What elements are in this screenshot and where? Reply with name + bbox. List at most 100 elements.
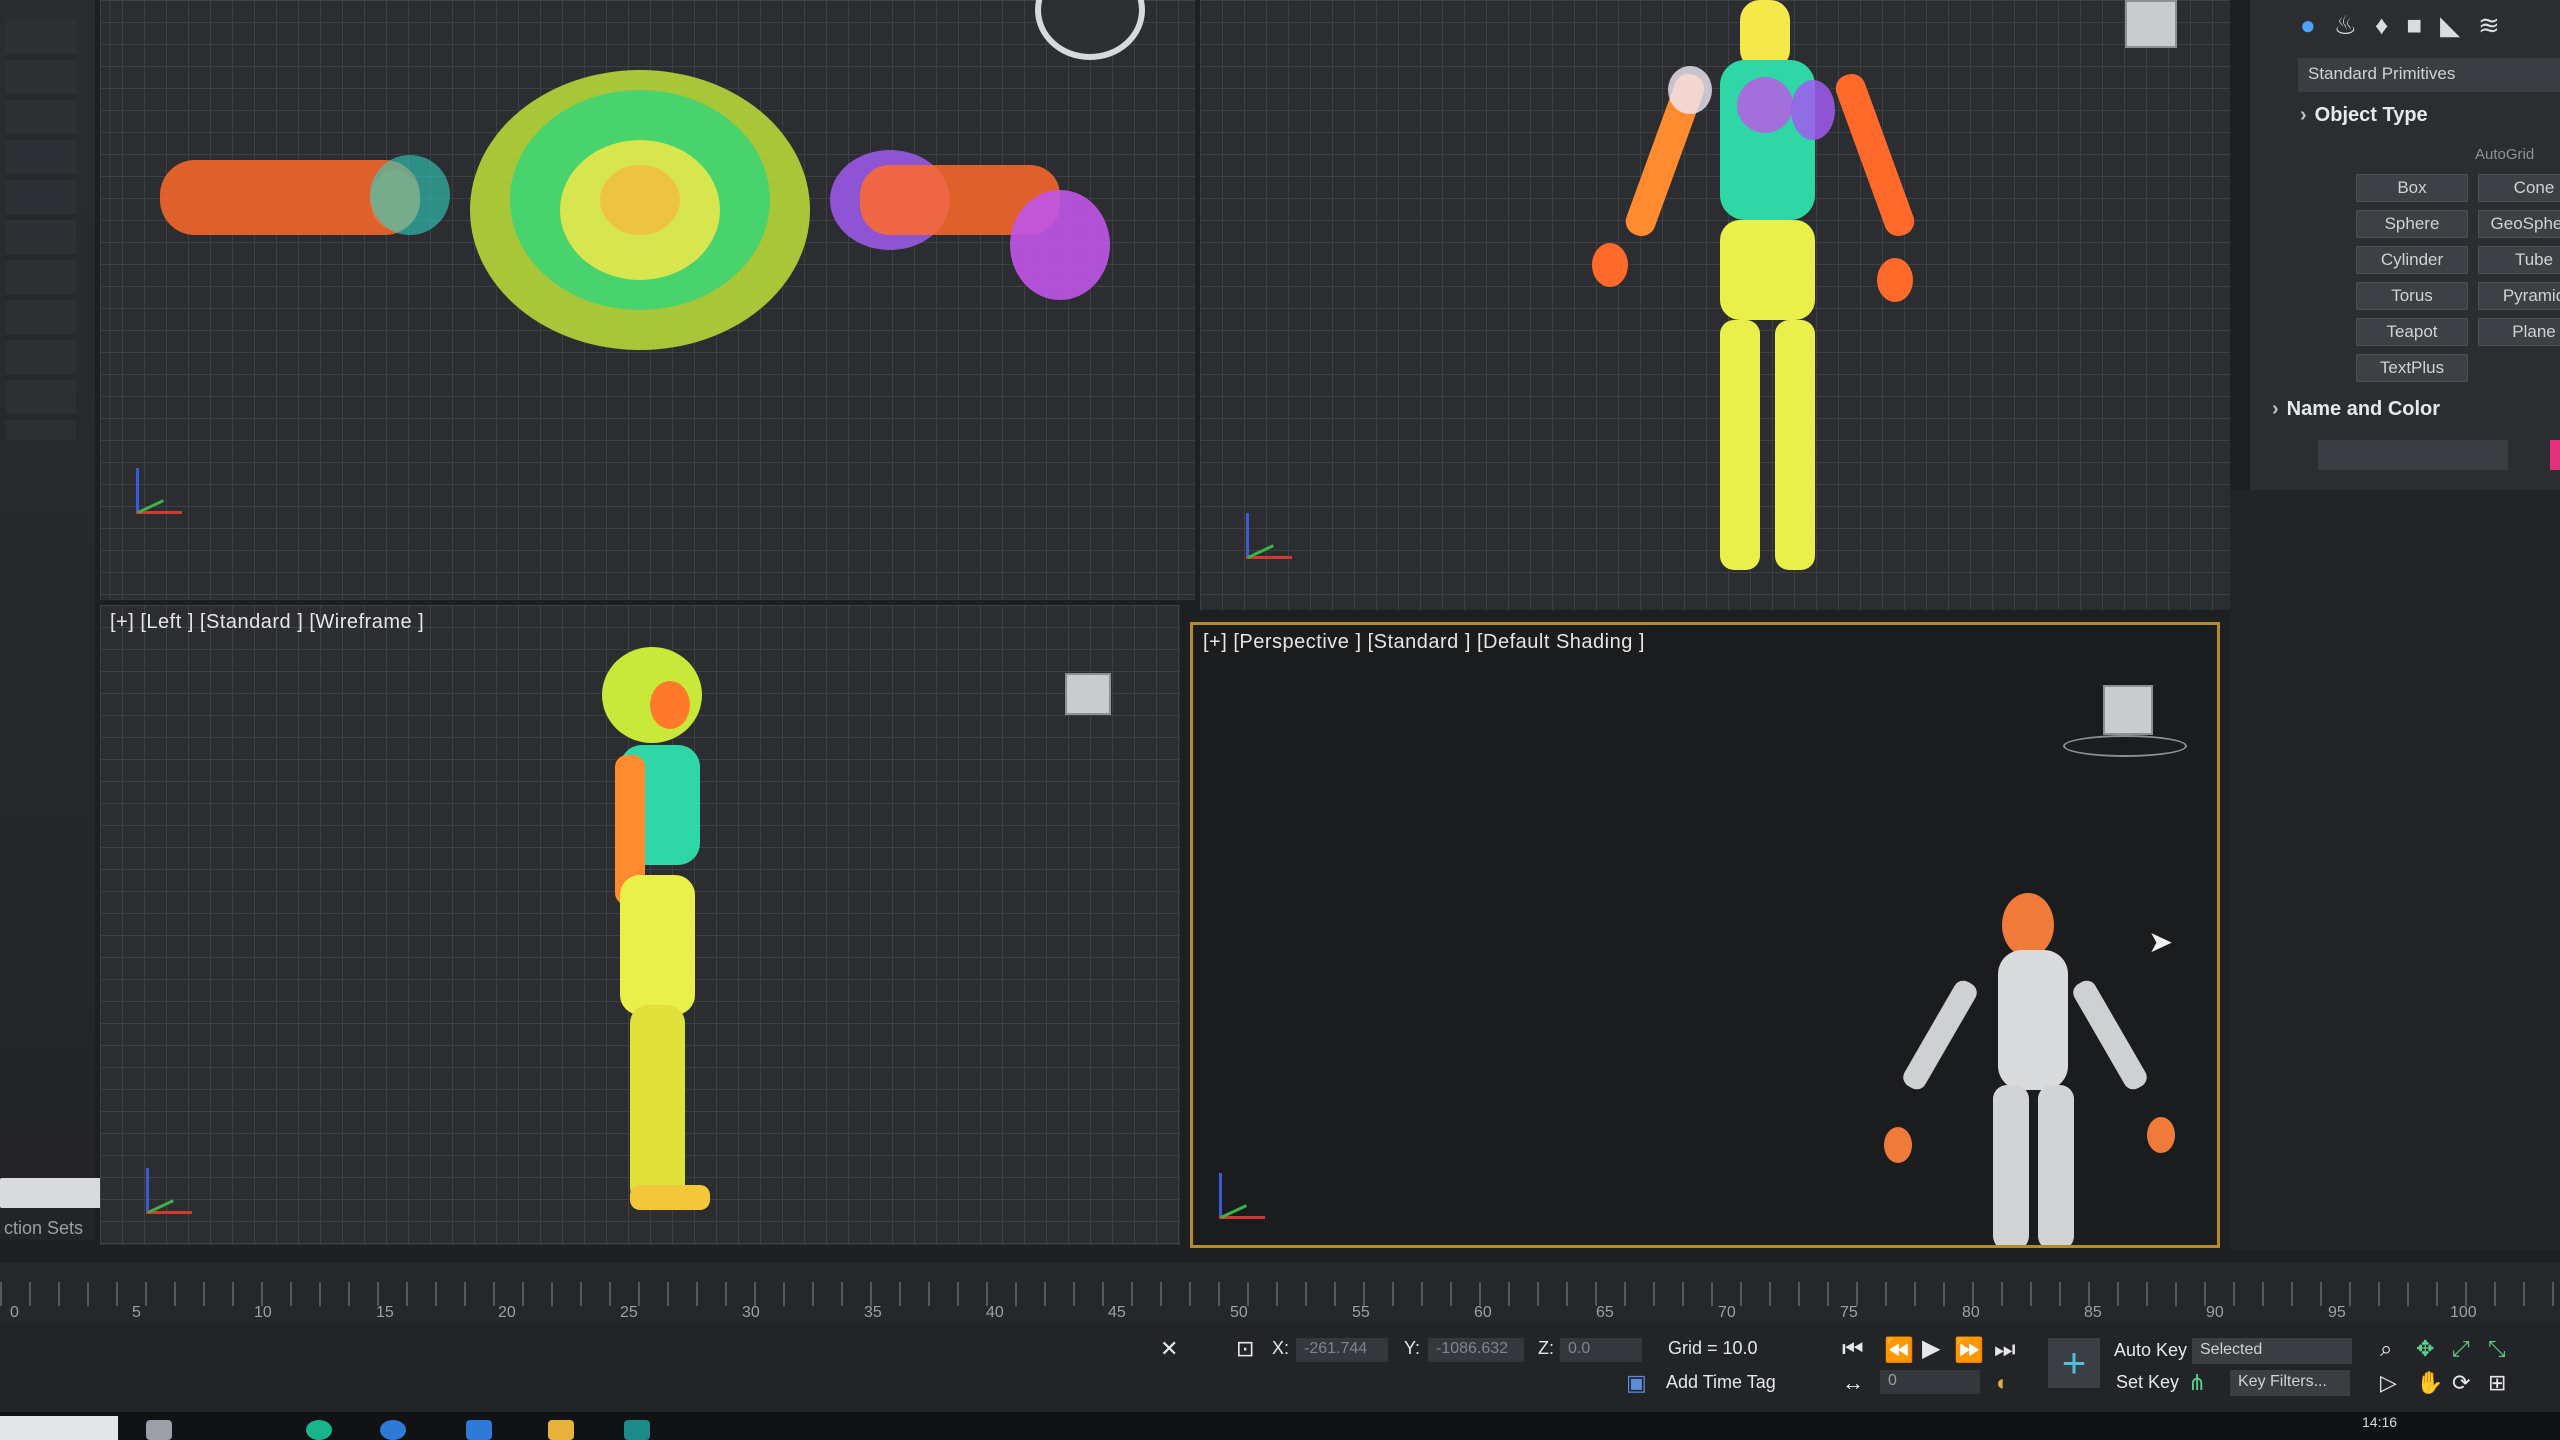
timeline-tick-label: 45	[1108, 1304, 1126, 1321]
textplus-button[interactable]: TextPlus	[2356, 354, 2468, 382]
timeline-tick-label: 55	[1352, 1304, 1370, 1321]
set-keys-icon[interactable]: +	[2048, 1338, 2100, 1388]
timeline-ruler[interactable]	[0, 1282, 2560, 1306]
front-viewport[interactable]	[1200, 0, 2230, 610]
object-type-title: Object Type	[2314, 104, 2428, 126]
cone-button[interactable]: Cone	[2478, 174, 2560, 202]
key-mode-toggle-icon[interactable]: ↔	[1842, 1370, 1864, 1396]
auto-key-button[interactable]: Auto Key	[2114, 1340, 2187, 1361]
shapes-icon[interactable]: ♨	[2334, 10, 2357, 41]
geometry-icon[interactable]: ●	[2300, 10, 2316, 41]
default-in-out-tangents-icon[interactable]: ⋔	[2188, 1370, 2206, 1396]
timeline-tick-label: 30	[742, 1304, 760, 1321]
previous-frame-icon[interactable]: ⏪	[1884, 1336, 1914, 1365]
timeline-tick-label: 75	[1840, 1304, 1858, 1321]
zoom-all-icon[interactable]: ✥	[2416, 1336, 2434, 1362]
teapot-button[interactable]: Teapot	[2356, 318, 2468, 346]
object-type-rollout[interactable]: › Object Type	[2300, 104, 2428, 127]
mouse-cursor-icon: ➤	[2148, 926, 2174, 959]
timeline-tick-label: 20	[498, 1304, 516, 1321]
selection-sets-label: ction Sets	[4, 1218, 84, 1238]
current-frame-field[interactable]: 0	[1880, 1370, 1980, 1394]
task-view-icon[interactable]	[146, 1420, 172, 1440]
left-viewport[interactable]: [+] [Left ] [Standard ] [Wireframe ]	[100, 605, 1180, 1245]
timeline-tick-label: 10	[254, 1304, 272, 1321]
key-filters-button[interactable]: Key Filters...	[2230, 1370, 2350, 1396]
perspective-viewport[interactable]: [+] [Perspective ] [Standard ] [Default …	[1190, 622, 2220, 1248]
time-slider-track[interactable]: 0 5 10 15 20 25 30 35 40 45 50 55 60 65 70 75 80 85 90 95 10…	[0, 1262, 2560, 1322]
store-icon[interactable]	[466, 1420, 492, 1440]
zoom-extents-icon[interactable]: ⤢	[2452, 1336, 2470, 1362]
edge-browser-icon[interactable]	[306, 1420, 332, 1440]
tube-button[interactable]: Tube	[2478, 246, 2560, 274]
timeline-tick-label: 35	[864, 1304, 882, 1321]
y-coordinate-field[interactable]: -1086.632	[1428, 1338, 1524, 1362]
selection-lock-icon[interactable]: ✕	[1160, 1336, 1178, 1362]
3dsmax-taskbar-icon[interactable]	[624, 1420, 650, 1440]
create-panel-toolbar: ● ♨ ♦ ■ ◣ ≋	[2250, 4, 2560, 46]
chrome-browser-icon[interactable]	[380, 1420, 406, 1440]
chevron-down-icon: ›	[2300, 104, 2307, 126]
play-icon[interactable]: ▶	[1922, 1334, 1940, 1363]
name-and-color-title: Name and Color	[2286, 398, 2441, 420]
character-wireframe-left	[602, 647, 710, 1210]
timeline-tick-label: 95	[2328, 1304, 2346, 1321]
timeline-tick-label: 15	[376, 1304, 394, 1321]
pyramid-button[interactable]: Pyramid	[2478, 282, 2560, 310]
maximize-viewport-icon[interactable]: ⊞	[2488, 1370, 2506, 1396]
torus-button[interactable]: Torus	[2356, 282, 2468, 310]
category-dropdown[interactable]: Standard Primitives	[2298, 58, 2560, 92]
key-mode-select[interactable]: Selected	[2192, 1338, 2352, 1364]
taskbar-search-box[interactable]	[0, 1416, 118, 1440]
next-frame-icon[interactable]: ⏩	[1954, 1336, 1984, 1365]
x-coordinate-field[interactable]: -261.744	[1296, 1338, 1388, 1362]
os-taskbar: 14:16	[0, 1412, 2560, 1440]
absolute-mode-icon[interactable]: ⊡	[1236, 1336, 1254, 1362]
viewcube-icon[interactable]	[1065, 673, 1111, 715]
character-wireframe-top	[109, 0, 1195, 600]
sphere-button[interactable]: Sphere	[2356, 210, 2468, 238]
zoom-icon[interactable]: ⌕	[2380, 1336, 2392, 1362]
time-tag-icon[interactable]: ▣	[1626, 1370, 1647, 1396]
zoom-extents-all-icon[interactable]: ⤡	[2488, 1336, 2506, 1362]
z-coordinate-field[interactable]: 0.0	[1560, 1338, 1642, 1362]
viewcube-icon[interactable]	[2125, 0, 2177, 48]
top-viewport[interactable]	[100, 0, 1195, 600]
chevron-down-icon: ›	[2272, 398, 2279, 420]
timeline-tick-label: 5	[132, 1304, 141, 1321]
timeline-tick-label: 90	[2206, 1304, 2224, 1321]
grid-size-readout: Grid = 10.0	[1668, 1338, 1758, 1358]
axis-tripod-front	[1240, 505, 1300, 565]
object-name-field[interactable]	[2318, 440, 2508, 470]
set-key-button[interactable]: Set Key	[2116, 1372, 2179, 1393]
name-and-color-rollout[interactable]: › Name and Color	[2272, 398, 2440, 421]
status-bar: ✕ ⊡ X: -261.744 Y: -1086.632 Z: 0.0 Grid…	[0, 1322, 2560, 1412]
right-gutter	[2230, 490, 2560, 1250]
timeline-tick-label: 40	[986, 1304, 1004, 1321]
axis-tripod-left	[140, 1160, 200, 1220]
timeline-tick-label: 65	[1596, 1304, 1614, 1321]
axis-tripod-perspective	[1213, 1165, 1273, 1225]
cylinder-button[interactable]: Cylinder	[2356, 246, 2468, 274]
box-button[interactable]: Box	[2356, 174, 2468, 202]
helpers-icon[interactable]: ◣	[2440, 10, 2460, 41]
field-of-view-icon[interactable]: ▷	[2380, 1370, 2397, 1396]
go-to-end-icon[interactable]: ⏭	[1994, 1336, 2016, 1364]
lights-icon[interactable]: ♦	[2375, 10, 2388, 41]
space-warps-icon[interactable]: ≋	[2478, 10, 2500, 41]
go-to-start-icon[interactable]: ⏮	[1842, 1336, 1864, 1364]
command-panel: ● ♨ ♦ ■ ◣ ≋ Standard Primitives › Object …	[2250, 0, 2560, 490]
autogrid-checkbox[interactable]: AutoGrid	[2475, 146, 2534, 163]
cameras-icon[interactable]: ■	[2406, 10, 2422, 41]
geosphere-button[interactable]: GeoSphere	[2478, 210, 2560, 238]
add-time-tag[interactable]: Add Time Tag	[1666, 1372, 1776, 1393]
character-wireframe-front	[1592, 0, 1915, 570]
plane-button[interactable]: Plane	[2478, 318, 2560, 346]
file-explorer-icon[interactable]	[548, 1420, 574, 1440]
orbit-icon[interactable]: ⟳	[2452, 1370, 2470, 1396]
object-color-swatch[interactable]	[2550, 440, 2560, 470]
timeline-tick-label: 85	[2084, 1304, 2102, 1321]
y-label: Y:	[1404, 1338, 1421, 1358]
time-configuration-icon[interactable]: ◐	[1996, 1370, 2009, 1396]
pan-view-icon[interactable]: ✋	[2416, 1370, 2443, 1396]
